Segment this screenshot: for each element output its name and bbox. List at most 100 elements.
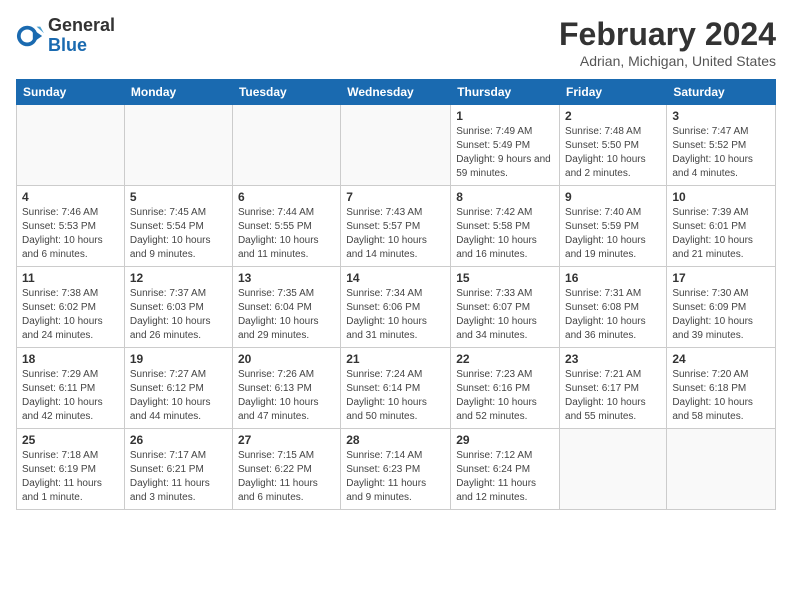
logo-blue: Blue xyxy=(48,36,115,56)
calendar-cell: 3 Sunrise: 7:47 AM Sunset: 5:52 PM Daylig… xyxy=(667,105,776,186)
calendar-cell xyxy=(232,105,340,186)
day-info: Sunrise: 7:29 AM Sunset: 6:11 PM Dayligh… xyxy=(22,368,119,424)
day-info: Sunrise: 7:26 AM Sunset: 6:13 PM Dayligh… xyxy=(238,368,335,424)
day-info: Sunrise: 7:39 AM Sunset: 6:01 PM Dayligh… xyxy=(672,206,770,262)
calendar-cell xyxy=(667,429,776,510)
day-info: Sunrise: 7:46 AM Sunset: 5:53 PM Dayligh… xyxy=(22,206,119,262)
weekday-header: Monday xyxy=(124,80,232,105)
day-info: Sunrise: 7:35 AM Sunset: 6:04 PM Dayligh… xyxy=(238,287,335,343)
day-info: Sunrise: 7:33 AM Sunset: 6:07 PM Dayligh… xyxy=(456,287,554,343)
calendar-cell: 13Sunrise: 7:35 AM Sunset: 6:04 PM Dayli… xyxy=(232,267,340,348)
day-number: 21 xyxy=(346,352,445,366)
day-number: 23 xyxy=(565,352,661,366)
day-info: Sunrise: 7:47 AM Sunset: 5:52 PM Dayligh… xyxy=(672,125,770,181)
title-block: February 2024 Adrian, Michigan, United S… xyxy=(559,16,776,69)
calendar-cell xyxy=(124,105,232,186)
month-year: February 2024 xyxy=(559,16,776,53)
calendar-cell: 5 Sunrise: 7:45 AM Sunset: 5:54 PM Daylig… xyxy=(124,186,232,267)
logo-general: General xyxy=(48,16,115,36)
day-info: Sunrise: 7:48 AM Sunset: 5:50 PM Dayligh… xyxy=(565,125,661,181)
calendar-cell: 15 Sunrise: 7:33 AM Sunset: 6:07 PM Dayli… xyxy=(451,267,560,348)
calendar-week-row: 18 Sunrise: 7:29 AM Sunset: 6:11 PM Dayli… xyxy=(17,348,776,429)
day-number: 3 xyxy=(672,109,770,123)
calendar-week-row: 25 Sunrise: 7:18 AM Sunset: 6:19 PM Dayli… xyxy=(17,429,776,510)
calendar-cell: 23 Sunrise: 7:21 AM Sunset: 6:17 PM Dayli… xyxy=(560,348,667,429)
calendar-cell: 21 Sunrise: 7:24 AM Sunset: 6:14 PM Dayli… xyxy=(341,348,451,429)
calendar-cell: 16 Sunrise: 7:31 AM Sunset: 6:08 PM Dayli… xyxy=(560,267,667,348)
day-number: 5 xyxy=(130,190,227,204)
weekday-header: Friday xyxy=(560,80,667,105)
header: General Blue February 2024 Adrian, Michi… xyxy=(16,16,776,69)
day-info: Sunrise: 7:43 AM Sunset: 5:57 PM Dayligh… xyxy=(346,206,445,262)
day-number: 2 xyxy=(565,109,661,123)
calendar-cell: 1 Sunrise: 7:49 AM Sunset: 5:49 PM Daylig… xyxy=(451,105,560,186)
day-info: Sunrise: 7:45 AM Sunset: 5:54 PM Dayligh… xyxy=(130,206,227,262)
logo-icon xyxy=(16,22,44,50)
location: Adrian, Michigan, United States xyxy=(559,53,776,69)
day-number: 29 xyxy=(456,433,554,447)
calendar-cell: 11 Sunrise: 7:38 AM Sunset: 6:02 PM Dayli… xyxy=(17,267,125,348)
day-number: 26 xyxy=(130,433,227,447)
day-number: 19 xyxy=(130,352,227,366)
day-info: Sunrise: 7:14 AM Sunset: 6:23 PM Dayligh… xyxy=(346,449,445,505)
day-number: 17 xyxy=(672,271,770,285)
day-number: 1 xyxy=(456,109,554,123)
day-info: Sunrise: 7:49 AM Sunset: 5:49 PM Dayligh… xyxy=(456,125,554,181)
weekday-header: Wednesday xyxy=(341,80,451,105)
day-number: 22 xyxy=(456,352,554,366)
calendar-cell: 8Sunrise: 7:42 AM Sunset: 5:58 PM Daylig… xyxy=(451,186,560,267)
day-info: Sunrise: 7:31 AM Sunset: 6:08 PM Dayligh… xyxy=(565,287,661,343)
day-info: Sunrise: 7:12 AM Sunset: 6:24 PM Dayligh… xyxy=(456,449,554,505)
day-info: Sunrise: 7:37 AM Sunset: 6:03 PM Dayligh… xyxy=(130,287,227,343)
day-number: 6 xyxy=(238,190,335,204)
day-number: 18 xyxy=(22,352,119,366)
day-info: Sunrise: 7:30 AM Sunset: 6:09 PM Dayligh… xyxy=(672,287,770,343)
day-info: Sunrise: 7:34 AM Sunset: 6:06 PM Dayligh… xyxy=(346,287,445,343)
day-info: Sunrise: 7:27 AM Sunset: 6:12 PM Dayligh… xyxy=(130,368,227,424)
calendar-cell xyxy=(560,429,667,510)
logo: General Blue xyxy=(16,16,115,56)
day-number: 16 xyxy=(565,271,661,285)
calendar-cell: 10 Sunrise: 7:39 AM Sunset: 6:01 PM Dayli… xyxy=(667,186,776,267)
day-number: 20 xyxy=(238,352,335,366)
day-info: Sunrise: 7:24 AM Sunset: 6:14 PM Dayligh… xyxy=(346,368,445,424)
day-number: 4 xyxy=(22,190,119,204)
calendar-cell: 6 Sunrise: 7:44 AM Sunset: 5:55 PM Daylig… xyxy=(232,186,340,267)
calendar-cell xyxy=(17,105,125,186)
day-info: Sunrise: 7:20 AM Sunset: 6:18 PM Dayligh… xyxy=(672,368,770,424)
day-info: Sunrise: 7:18 AM Sunset: 6:19 PM Dayligh… xyxy=(22,449,119,505)
calendar-cell: 20 Sunrise: 7:26 AM Sunset: 6:13 PM Dayli… xyxy=(232,348,340,429)
calendar-cell: 12 Sunrise: 7:37 AM Sunset: 6:03 PM Dayli… xyxy=(124,267,232,348)
calendar-table: SundayMondayTuesdayWednesdayThursdayFrid… xyxy=(16,79,776,510)
calendar-cell: 9Sunrise: 7:40 AM Sunset: 5:59 PM Daylig… xyxy=(560,186,667,267)
weekday-header: Sunday xyxy=(17,80,125,105)
day-number: 8 xyxy=(456,190,554,204)
day-info: Sunrise: 7:38 AM Sunset: 6:02 PM Dayligh… xyxy=(22,287,119,343)
day-number: 27 xyxy=(238,433,335,447)
day-number: 7 xyxy=(346,190,445,204)
day-number: 12 xyxy=(130,271,227,285)
weekday-header: Thursday xyxy=(451,80,560,105)
calendar-cell: 19 Sunrise: 7:27 AM Sunset: 6:12 PM Dayli… xyxy=(124,348,232,429)
calendar-week-row: 1 Sunrise: 7:49 AM Sunset: 5:49 PM Daylig… xyxy=(17,105,776,186)
page: General Blue February 2024 Adrian, Michi… xyxy=(0,0,792,612)
weekday-header-row: SundayMondayTuesdayWednesdayThursdayFrid… xyxy=(17,80,776,105)
calendar-cell: 25 Sunrise: 7:18 AM Sunset: 6:19 PM Dayli… xyxy=(17,429,125,510)
day-info: Sunrise: 7:21 AM Sunset: 6:17 PM Dayligh… xyxy=(565,368,661,424)
calendar-cell: 28 Sunrise: 7:14 AM Sunset: 6:23 PM Dayli… xyxy=(341,429,451,510)
calendar-cell: 2 Sunrise: 7:48 AM Sunset: 5:50 PM Daylig… xyxy=(560,105,667,186)
day-number: 25 xyxy=(22,433,119,447)
day-number: 14 xyxy=(346,271,445,285)
day-info: Sunrise: 7:15 AM Sunset: 6:22 PM Dayligh… xyxy=(238,449,335,505)
day-number: 11 xyxy=(22,271,119,285)
day-number: 10 xyxy=(672,190,770,204)
calendar-cell: 29 Sunrise: 7:12 AM Sunset: 6:24 PM Dayli… xyxy=(451,429,560,510)
calendar-cell: 18 Sunrise: 7:29 AM Sunset: 6:11 PM Dayli… xyxy=(17,348,125,429)
logo-text: General Blue xyxy=(48,16,115,56)
calendar-cell xyxy=(341,105,451,186)
calendar-cell: 14 Sunrise: 7:34 AM Sunset: 6:06 PM Dayli… xyxy=(341,267,451,348)
day-number: 15 xyxy=(456,271,554,285)
weekday-header: Saturday xyxy=(667,80,776,105)
day-number: 28 xyxy=(346,433,445,447)
day-info: Sunrise: 7:44 AM Sunset: 5:55 PM Dayligh… xyxy=(238,206,335,262)
